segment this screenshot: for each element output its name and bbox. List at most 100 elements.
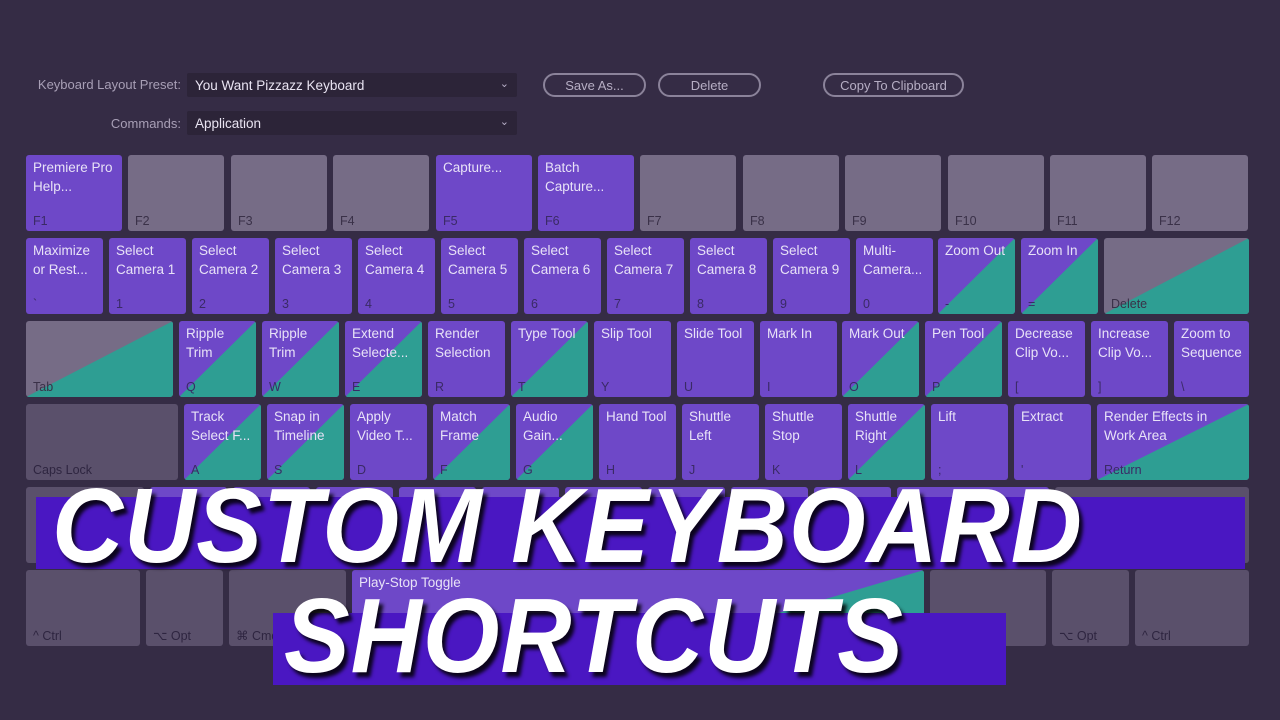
key-command-label: Zoom Out (945, 243, 1006, 258)
key-cap-label: F1 (33, 214, 48, 228)
key-cap-label: ⌥ Opt (153, 629, 192, 643)
key-command-label: Select Camera 7 (614, 243, 674, 277)
key-p[interactable]: Pen Tool P (925, 321, 1002, 397)
key-0[interactable]: Multi- Camera... 0 (856, 238, 933, 314)
key-7[interactable]: Select Camera 7 7 (607, 238, 684, 314)
key-cap-label: F8 (750, 214, 765, 228)
key-q[interactable]: Ripple Trim Q (179, 321, 256, 397)
key-cap-label: O (849, 380, 859, 394)
key-cap-label: E (352, 380, 361, 394)
key-command-label: Render Selection (435, 326, 491, 360)
key-command-label: Select Camera 8 (697, 243, 757, 277)
key-cap-label: U (684, 380, 694, 394)
key-command-label: Decrease Clip Vo... (1015, 326, 1073, 360)
key-command-label: Apply Video T... (357, 409, 413, 443)
key-o[interactable]: Mark Out O (842, 321, 919, 397)
key-command-label: Premiere Pro Help... (33, 160, 113, 194)
key--[interactable]: Zoom Out - (938, 238, 1015, 314)
delete-button[interactable]: Delete (658, 73, 761, 97)
key-cap-label: F11 (1057, 214, 1078, 228)
key-f1[interactable]: Premiere Pro Help... F1 (26, 155, 122, 231)
key-command-label: Pen Tool (932, 326, 985, 341)
save-as-button[interactable]: Save As... (543, 73, 646, 97)
key--[interactable]: Zoom In = (1021, 238, 1098, 314)
key-cap-label: P (932, 380, 941, 394)
key-command-label: Select Camera 4 (365, 243, 425, 277)
commands-select[interactable]: Application ⌄ (187, 111, 517, 135)
key-9[interactable]: Select Camera 9 9 (773, 238, 850, 314)
key-cap-label: ] (1098, 380, 1102, 394)
key-8[interactable]: Select Camera 8 8 (690, 238, 767, 314)
key-tab[interactable]: Tab (26, 321, 173, 397)
key-command-label: Select Camera 6 (531, 243, 591, 277)
key-cap-label: F3 (238, 214, 253, 228)
key-cap-label: 9 (780, 297, 787, 311)
key-r[interactable]: Render Selection R (428, 321, 505, 397)
key-f8[interactable]: F8 (743, 155, 839, 231)
key-cap-label: \ (1181, 380, 1185, 394)
key-command-label: Batch Capture... (545, 160, 605, 194)
key-cap-label: F9 (852, 214, 867, 228)
key-f7[interactable]: F7 (640, 155, 736, 231)
key-cap-label: Q (186, 380, 196, 394)
key-f6[interactable]: Batch Capture... F6 (538, 155, 634, 231)
key--[interactable]: Zoom to Sequence \ (1174, 321, 1249, 397)
key-f3[interactable]: F3 (231, 155, 327, 231)
key-return[interactable]: Render Effects in Work Area Return (1097, 404, 1249, 480)
key-command-label: Audio Gain... (523, 409, 563, 443)
preset-select[interactable]: You Want Pizzazz Keyboard ⌄ (187, 73, 517, 97)
preset-value: You Want Pizzazz Keyboard (195, 77, 365, 93)
key-command-label: Snap in Timeline (274, 409, 325, 443)
key-5[interactable]: Select Camera 5 5 (441, 238, 518, 314)
key-command-label: Ripple Trim (186, 326, 225, 360)
key-f10[interactable]: F10 (948, 155, 1044, 231)
key--ctrl[interactable]: ^ Ctrl (1135, 570, 1249, 646)
key-f4[interactable]: F4 (333, 155, 429, 231)
key-6[interactable]: Select Camera 6 6 (524, 238, 601, 314)
key-w[interactable]: Ripple Trim W (262, 321, 339, 397)
key-cap-label: F12 (1159, 214, 1181, 228)
key-u[interactable]: Slide Tool U (677, 321, 754, 397)
key-delete[interactable]: Delete (1104, 238, 1249, 314)
key-2[interactable]: Select Camera 2 2 (192, 238, 269, 314)
key-cap-label: F10 (955, 214, 977, 228)
key-command-label: Render Effects in Work Area (1104, 409, 1208, 443)
key-y[interactable]: Slip Tool Y (594, 321, 671, 397)
copy-to-clipboard-button[interactable]: Copy To Clipboard (823, 73, 964, 97)
key-command-label: Track Select F... (191, 409, 251, 443)
key-f12[interactable]: F12 (1152, 155, 1248, 231)
commands-label: Commands: (110, 116, 181, 131)
key-f11[interactable]: F11 (1050, 155, 1146, 231)
key-command-label: Select Camera 2 (199, 243, 259, 277)
key-command-label: Select Camera 5 (448, 243, 508, 277)
key-e[interactable]: Extend Selecte... E (345, 321, 422, 397)
key-f5[interactable]: Capture... F5 (436, 155, 532, 231)
key-cap-label: = (1028, 297, 1036, 311)
chevron-down-icon: ⌄ (499, 78, 509, 90)
key-command-label: Slide Tool (684, 326, 743, 341)
key-cap-label: 7 (614, 297, 621, 311)
key-command-label: Shuttle Left (689, 409, 732, 443)
key-cap-label: 8 (697, 297, 704, 311)
key--[interactable]: Decrease Clip Vo... [ (1008, 321, 1085, 397)
key-cap-label: 0 (863, 297, 870, 311)
key-cap-label: 3 (282, 297, 289, 311)
key-1[interactable]: Select Camera 1 1 (109, 238, 186, 314)
key-f9[interactable]: F9 (845, 155, 941, 231)
key-3[interactable]: Select Camera 3 3 (275, 238, 352, 314)
key-command-label: Type Tool (518, 326, 576, 341)
key-4[interactable]: Select Camera 4 4 (358, 238, 435, 314)
key-command-label: Slip Tool (601, 326, 652, 341)
key-cap-label: F2 (135, 214, 150, 228)
key-f2[interactable]: F2 (128, 155, 224, 231)
key-cap-label: 6 (531, 297, 538, 311)
key--[interactable]: Increase Clip Vo...] (1091, 321, 1168, 397)
key-command-label: Ripple Trim (269, 326, 308, 360)
key-i[interactable]: Mark In I (760, 321, 837, 397)
key-t[interactable]: Type Tool T (511, 321, 588, 397)
key-cap-label: [ (1015, 380, 1019, 394)
key--[interactable]: Maximize or Rest... ` (26, 238, 103, 314)
key-cap-label: F7 (647, 214, 662, 228)
key-cap-label: T (518, 380, 526, 394)
key-command-label: Capture... (443, 160, 503, 175)
